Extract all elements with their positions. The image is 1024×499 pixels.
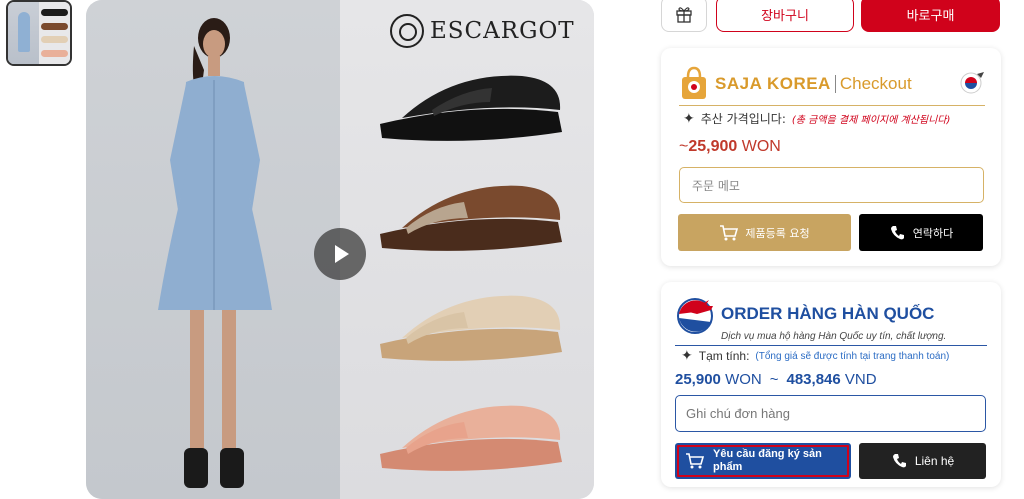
divider — [834, 74, 836, 93]
snail-icon — [390, 14, 424, 48]
shopping-bag-icon — [682, 66, 706, 99]
estimate-label: Tạm tính: — [698, 349, 750, 363]
phone-icon — [892, 454, 906, 468]
contact-label: 연락하다 — [912, 226, 954, 240]
gift-button[interactable] — [661, 0, 707, 32]
saja-korea-checkout-card: SAJA KOREA Checkout ✦ 추산 가격입니다: (총 금액을 결… — [661, 48, 1001, 266]
contact-label: Liên hệ — [914, 454, 955, 468]
order-memo-input[interactable]: 주문 메모 — [679, 167, 984, 203]
gift-icon — [676, 7, 692, 23]
product-register-request-button[interactable]: 제품등록 요청 — [678, 214, 851, 251]
sandal-pink — [380, 405, 562, 471]
price-prefix: ~ — [679, 138, 689, 155]
sandal-black — [380, 75, 562, 141]
order-korea-card: ORDER HÀNG HÀN QUỐC Dịch vụ mua hộ hàng … — [661, 282, 1001, 487]
phone-icon — [890, 225, 904, 239]
model-photo — [86, 0, 340, 499]
product-thumbnail[interactable] — [6, 0, 72, 66]
vn-price: 25,900 WON ~ 483,846 VND — [675, 371, 877, 388]
price-won-unit: WON — [725, 371, 762, 388]
price-vnd-unit: VND — [844, 371, 877, 388]
order-header: ORDER HÀNG HÀN QUỐC Dịch vụ mua hộ hàng … — [675, 292, 987, 346]
estimate-note: (총 금액을 결제 페이지에 계산됩니다) — [791, 115, 951, 126]
price-vnd-value: 483,846 — [786, 371, 841, 388]
price-separator: ~ — [769, 371, 779, 388]
estimate-label: 추산 가격입니다: — [700, 112, 786, 126]
memo-placeholder: Ghi chú đơn hàng — [686, 406, 790, 421]
price-value: 25,900 — [688, 138, 738, 155]
vn-estimate-row: ✦ Tạm tính: (Tổng giá sẽ được tính tại t… — [681, 348, 949, 364]
sandal-beige — [380, 295, 562, 361]
sparkle-icon: ✦ — [681, 348, 693, 364]
saja-header: SAJA KOREA Checkout — [679, 62, 985, 106]
saja-checkout-label: Checkout — [839, 73, 912, 93]
play-video-button[interactable] — [314, 228, 366, 280]
plane-globe-icon — [677, 298, 713, 334]
cart-icon — [686, 453, 705, 469]
product-page: ESCARGOT 장바구니 바로구매 SAJA KOREA Checkout ✦… — [0, 0, 1024, 499]
product-main-image: ESCARGOT — [86, 0, 594, 499]
brand-name: ESCARGOT — [430, 18, 575, 44]
saja-estimate-row: ✦ 추산 가격입니다: (총 금액을 결제 페이지에 계산됩니다) — [683, 110, 950, 127]
saja-price: ~25,900 WON — [679, 138, 781, 156]
korea-flag-icon — [960, 72, 984, 94]
order-note-input[interactable]: Ghi chú đơn hàng — [675, 395, 986, 432]
thumbnail-model-image — [8, 2, 39, 64]
order-subtitle: Dịch vụ mua hộ hàng Hàn Quốc uy tín, chấ… — [721, 331, 947, 342]
cart-icon — [720, 224, 739, 240]
contact-button[interactable]: 연락하다 — [859, 214, 983, 251]
register-label: Yêu cầu đăng ký sản phẩm — [713, 448, 822, 473]
saja-title: SAJA KOREA — [715, 73, 831, 93]
thumbnail-sandals-image — [39, 2, 70, 64]
estimate-note: (Tổng giá sẽ được tính tại trang thanh t… — [755, 350, 950, 362]
product-register-request-button-vn[interactable]: Yêu cầu đăng ký sản phẩm — [675, 443, 851, 479]
model-figure — [158, 18, 272, 488]
order-title: ORDER HÀNG HÀN QUỐC — [721, 304, 935, 323]
sandal-brown — [380, 185, 562, 251]
sparkle-icon: ✦ — [683, 110, 695, 127]
add-to-cart-button[interactable]: 장바구니 — [716, 0, 854, 32]
register-label: 제품등록 요청 — [745, 226, 810, 240]
contact-button-vn[interactable]: Liên hệ — [859, 443, 986, 479]
price-unit: WON — [741, 138, 781, 155]
memo-placeholder: 주문 메모 — [692, 178, 740, 193]
buy-now-button[interactable]: 바로구매 — [861, 0, 1000, 32]
price-won-value: 25,900 — [675, 371, 721, 388]
brand-logo: ESCARGOT — [390, 14, 575, 48]
